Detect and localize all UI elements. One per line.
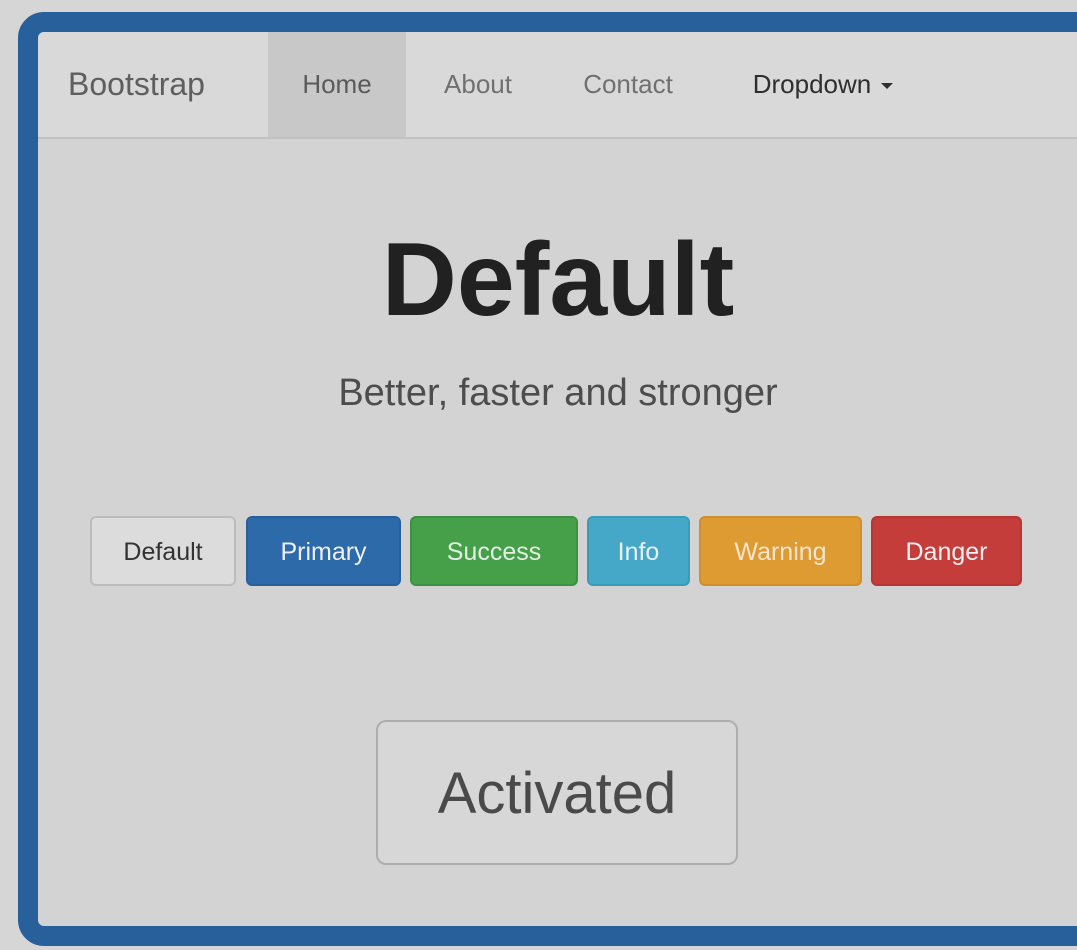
nav-item-home[interactable]: Home xyxy=(268,32,406,137)
navbar-brand[interactable]: Bootstrap xyxy=(68,66,205,103)
activated-button[interactable]: Activated xyxy=(376,720,738,865)
hero-subtitle: Better, faster and stronger xyxy=(338,372,778,414)
success-button[interactable]: Success xyxy=(410,516,578,586)
caret-down-icon xyxy=(881,83,894,90)
primary-button[interactable]: Primary xyxy=(246,516,401,586)
danger-button[interactable]: Danger xyxy=(871,516,1022,586)
hero-title: Default xyxy=(381,222,735,338)
default-button[interactable]: Default xyxy=(90,516,236,586)
nav-item-dropdown[interactable]: Dropdown xyxy=(728,32,918,137)
nav-item-dropdown-label: Dropdown xyxy=(752,69,872,99)
app-frame: Bootstrap Home About Contact Dropdown De… xyxy=(18,12,1077,946)
warning-button[interactable]: Warning xyxy=(699,516,862,586)
nav-item-contact[interactable]: Contact xyxy=(563,32,693,137)
navbar: Bootstrap Home About Contact Dropdown xyxy=(38,32,1077,139)
info-button[interactable]: Info xyxy=(587,516,690,586)
nav-item-about[interactable]: About xyxy=(428,32,528,137)
